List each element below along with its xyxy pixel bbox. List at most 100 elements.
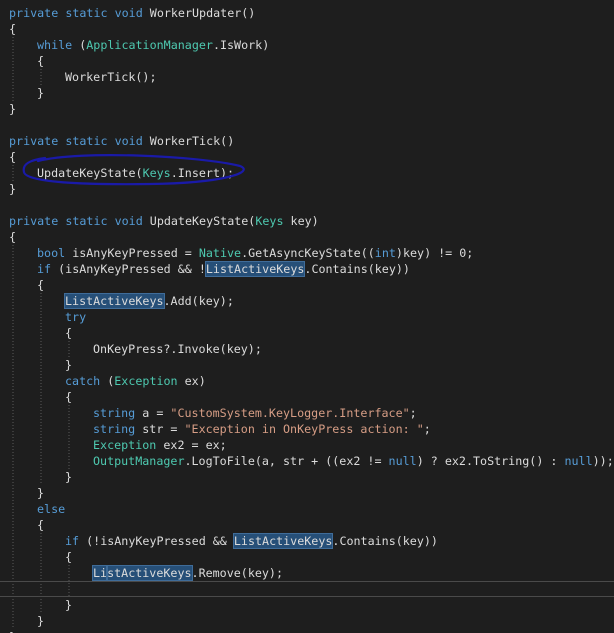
code-token: string (93, 406, 136, 420)
code-token: a = (135, 406, 171, 420)
code-token: ; (409, 406, 417, 420)
code-token: UpdateKeyState( (37, 166, 143, 180)
code-token: ( (72, 38, 87, 52)
highlighted-reference: stActiveKeys (106, 565, 193, 581)
code-line[interactable]: } (65, 597, 72, 613)
highlighted-reference: ListActiveKeys (232, 533, 334, 549)
code-line[interactable]: catch (Exception ex) (65, 373, 206, 389)
code-line[interactable]: while (ApplicationManager.IsWork) (37, 37, 269, 53)
code-token: { (65, 550, 73, 564)
code-token: "Exception in OnKeyPress action: " (184, 422, 424, 436)
code-token: } (37, 486, 45, 500)
code-token: (!isAnyKeyPressed && (79, 534, 234, 548)
code-line[interactable]: } (9, 181, 16, 197)
highlighted-reference: ListActiveKeys (64, 293, 165, 309)
code-token: } (65, 358, 73, 372)
code-line[interactable]: if (!isAnyKeyPressed && ListActiveKeys.C… (65, 533, 438, 549)
code-token: Exception (114, 374, 178, 388)
code-token: .Remove(key); (191, 566, 284, 580)
code-token: { (9, 230, 17, 244)
code-line[interactable]: OnKeyPress?.Invoke(key); (93, 341, 262, 357)
code-line[interactable]: try (65, 309, 86, 325)
code-token: } (37, 86, 45, 100)
code-token: key) (283, 214, 319, 228)
code-line[interactable]: OutputManager.LogToFile(a, str + ((ex2 !… (93, 453, 614, 469)
code-token: { (65, 326, 73, 340)
code-token: { (37, 518, 45, 532)
code-token: .GetAsyncKeyState(( (241, 246, 375, 260)
code-token: (isAnyKeyPressed && ! (51, 262, 206, 276)
code-line[interactable]: { (37, 517, 44, 533)
code-line[interactable]: WorkerTick(); (65, 69, 156, 85)
code-line[interactable]: { (9, 21, 16, 37)
code-token: Keys (142, 166, 171, 180)
code-token: .Contains(key)) (332, 534, 438, 548)
code-token: OutputManager (93, 454, 185, 468)
code-token: ApplicationManager (86, 38, 213, 52)
code-line[interactable]: bool isAnyKeyPressed = Native.GetAsyncKe… (37, 245, 473, 261)
code-token: .Add(key); (163, 294, 234, 308)
code-line[interactable]: { (65, 325, 72, 341)
code-line[interactable]: else (37, 501, 65, 517)
code-line[interactable]: { (37, 53, 44, 69)
code-token: { (37, 54, 45, 68)
code-token: static (65, 6, 108, 20)
code-line[interactable]: } (37, 85, 44, 101)
code-token: { (9, 22, 17, 36)
code-token: null (388, 454, 417, 468)
code-line[interactable]: } (37, 485, 44, 501)
code-token: isAnyKeyPressed = (65, 246, 199, 260)
highlighted-reference: Li (91, 565, 109, 581)
code-line[interactable]: { (65, 549, 72, 565)
code-token: private (9, 134, 59, 148)
code-line[interactable]: } (65, 357, 72, 373)
code-line[interactable]: private static void WorkerUpdater() (9, 5, 255, 21)
code-line[interactable]: { (9, 149, 16, 165)
code-editor[interactable]: private static void WorkerUpdater(){whil… (0, 0, 614, 633)
code-line[interactable]: { (9, 229, 16, 245)
code-line[interactable]: { (37, 277, 44, 293)
code-line[interactable]: Exception ex2 = ex; (93, 437, 227, 453)
code-token: try (65, 310, 87, 324)
code-token: ex) (177, 374, 206, 388)
code-line[interactable]: } (65, 469, 72, 485)
code-token: UpdateKeyState( (142, 214, 256, 228)
code-line[interactable]: private static void UpdateKeyState(Keys … (9, 213, 319, 229)
code-line[interactable]: } (9, 629, 16, 633)
code-line[interactable]: { (65, 389, 72, 405)
code-token: void (114, 6, 143, 20)
code-token: .LogToFile(a, str + ((ex2 != (184, 454, 389, 468)
code-token: } (37, 614, 45, 628)
current-line-highlight (0, 581, 614, 597)
code-token: bool (37, 246, 66, 260)
code-token: Keys (255, 214, 284, 228)
code-line[interactable]: ListActiveKeys.Add(key); (64, 293, 234, 309)
code-line[interactable]: string str = "Exception in OnKeyPress ac… (93, 421, 431, 437)
code-line[interactable]: if (isAnyKeyPressed && !ListActiveKeys.C… (37, 261, 410, 277)
code-line[interactable]: UpdateKeyState(Keys.Insert); (37, 165, 234, 181)
code-token: else (37, 502, 66, 516)
code-token: { (37, 278, 45, 292)
code-line[interactable]: ListActiveKeys.Remove(key); (91, 565, 284, 581)
code-line[interactable]: } (37, 613, 44, 629)
code-token: WorkerTick() (142, 134, 235, 148)
code-token: private (9, 6, 59, 20)
code-token: OnKeyPress?.Invoke(key); (93, 342, 262, 356)
code-token: if (65, 534, 80, 548)
code-token: )key) != 0; (395, 246, 474, 260)
code-token: ) ? ex2.ToString() : (416, 454, 565, 468)
code-line[interactable]: } (9, 101, 16, 117)
code-token: ( (100, 374, 115, 388)
code-token: if (37, 262, 52, 276)
code-token: WorkerTick(); (65, 70, 157, 84)
code-token: } (65, 598, 73, 612)
code-line[interactable]: private static void WorkerTick() (9, 133, 234, 149)
code-token: str = (135, 422, 185, 436)
code-token: } (9, 182, 17, 196)
code-token: } (9, 102, 17, 116)
code-token: { (9, 150, 17, 164)
code-token: .IsWork) (212, 38, 270, 52)
code-line[interactable]: string a = "CustomSystem.KeyLogger.Inter… (93, 405, 417, 421)
